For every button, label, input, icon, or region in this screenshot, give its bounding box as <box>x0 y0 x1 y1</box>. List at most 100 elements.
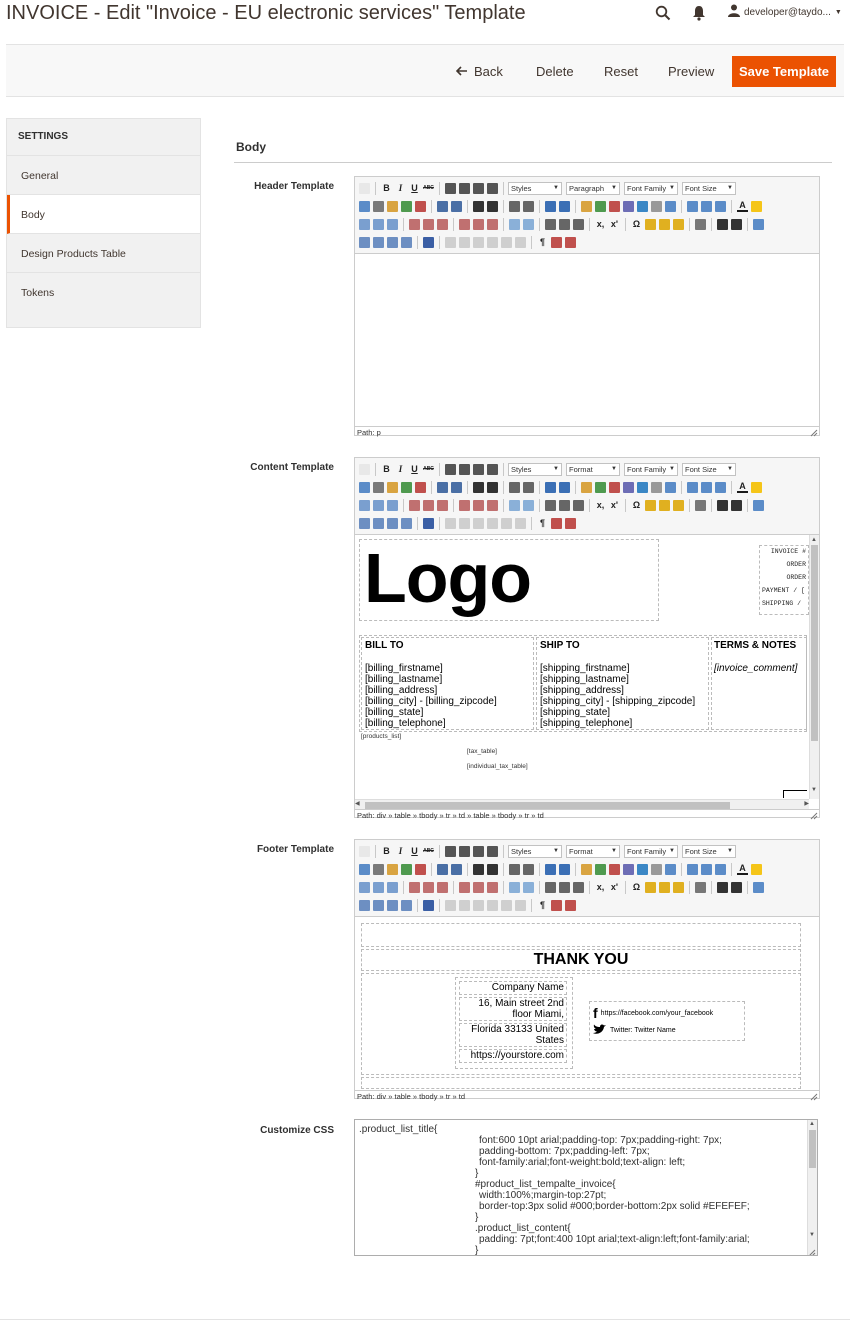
cut-icon[interactable] <box>359 863 370 875</box>
user-menu[interactable]: developer@taydo... ▼ <box>728 4 842 20</box>
link-icon[interactable] <box>581 481 592 493</box>
print-icon[interactable] <box>695 881 706 893</box>
paste-icon[interactable] <box>387 481 398 493</box>
del-icon[interactable] <box>487 899 498 911</box>
styles-select[interactable]: Styles ▼ <box>508 462 562 476</box>
rtl-icon[interactable] <box>731 881 742 893</box>
cell-props-icon[interactable] <box>387 881 398 893</box>
copy-icon[interactable] <box>373 200 384 212</box>
numbered-list-icon[interactable] <box>487 481 498 493</box>
paste-icon[interactable] <box>387 200 398 212</box>
insert-time-icon[interactable] <box>701 481 712 493</box>
advhr-icon[interactable] <box>673 499 684 511</box>
subscript-icon[interactable]: x, <box>595 219 606 229</box>
delete-row-icon[interactable] <box>437 218 448 230</box>
cleanup-icon[interactable] <box>637 481 648 493</box>
unlink-icon[interactable] <box>595 863 606 875</box>
row-props-icon[interactable] <box>373 881 384 893</box>
unlink-icon[interactable] <box>595 200 606 212</box>
row-props-icon[interactable] <box>373 499 384 511</box>
paste-word-icon[interactable] <box>415 863 426 875</box>
reset-button[interactable]: Reset <box>604 64 638 79</box>
styleprops-icon[interactable] <box>423 517 434 529</box>
unlink-icon[interactable] <box>595 481 606 493</box>
help-icon[interactable] <box>651 863 662 875</box>
split-cells-icon[interactable] <box>509 881 520 893</box>
emoticons-icon[interactable] <box>645 218 656 230</box>
visual-aid-icon[interactable] <box>573 218 584 230</box>
fullscreen-icon[interactable] <box>753 499 764 511</box>
insert-time-icon[interactable] <box>701 863 712 875</box>
fullscreen-icon[interactable] <box>753 881 764 893</box>
underline-icon[interactable]: U <box>409 846 420 856</box>
remove-format-icon[interactable] <box>559 218 570 230</box>
move-forward-icon[interactable] <box>373 517 384 529</box>
format-select[interactable]: Format ▼ <box>566 462 620 476</box>
anchor-icon[interactable] <box>609 863 620 875</box>
resize-grip-icon[interactable] <box>810 1093 818 1101</box>
merge-cells-icon[interactable] <box>523 218 534 230</box>
remove-format-icon[interactable] <box>559 881 570 893</box>
scroll-thumb[interactable] <box>811 545 818 741</box>
format-select[interactable]: Format ▼ <box>566 844 620 858</box>
redo-icon[interactable] <box>559 863 570 875</box>
styles-select[interactable]: Styles ▼ <box>508 181 562 195</box>
content-editor-body[interactable]: Logo INVOICE # ORDER ORDER PAYMENT / [ S… <box>355 535 819 809</box>
delete-col-icon[interactable] <box>487 881 498 893</box>
merge-cells-icon[interactable] <box>523 881 534 893</box>
template-icon[interactable] <box>565 236 576 248</box>
ltr-icon[interactable] <box>717 881 728 893</box>
media-icon[interactable] <box>659 881 670 893</box>
visual-chars-icon[interactable]: ¶ <box>537 237 548 247</box>
cite-icon[interactable] <box>445 236 456 248</box>
ins-icon[interactable] <box>501 899 512 911</box>
merge-cells-icon[interactable] <box>523 499 534 511</box>
insert-col-after-icon[interactable] <box>473 499 484 511</box>
styleprops-icon[interactable] <box>423 236 434 248</box>
paste-text-icon[interactable] <box>401 481 412 493</box>
replace-icon[interactable] <box>451 200 462 212</box>
insert-col-before-icon[interactable] <box>459 881 470 893</box>
align-left-icon[interactable] <box>445 463 456 475</box>
insert-date-icon[interactable] <box>687 481 698 493</box>
paste-word-icon[interactable] <box>415 200 426 212</box>
non-breaking-icon[interactable] <box>551 899 562 911</box>
abbr-icon[interactable] <box>459 517 470 529</box>
paste-word-icon[interactable] <box>415 481 426 493</box>
cell-props-icon[interactable] <box>387 218 398 230</box>
copy-icon[interactable] <box>373 481 384 493</box>
image-icon[interactable] <box>623 481 634 493</box>
media-icon[interactable] <box>659 218 670 230</box>
remove-format-icon[interactable] <box>559 499 570 511</box>
image-icon[interactable] <box>623 200 634 212</box>
cut-icon[interactable] <box>359 481 370 493</box>
print-icon[interactable] <box>695 218 706 230</box>
align-justify-icon[interactable] <box>487 845 498 857</box>
numbered-list-icon[interactable] <box>487 863 498 875</box>
search-icon[interactable] <box>654 4 672 22</box>
css-vertical-scrollbar[interactable]: ▲ ▼ <box>807 1120 817 1255</box>
template-icon[interactable] <box>565 899 576 911</box>
ins-icon[interactable] <box>501 236 512 248</box>
horizontal-rule-icon[interactable] <box>545 218 556 230</box>
align-right-icon[interactable] <box>473 845 484 857</box>
move-forward-icon[interactable] <box>373 236 384 248</box>
horizontal-rule-icon[interactable] <box>545 499 556 511</box>
table-props-icon[interactable] <box>359 881 370 893</box>
non-breaking-icon[interactable] <box>551 517 562 529</box>
cite-icon[interactable] <box>445 899 456 911</box>
absolute-icon[interactable] <box>401 899 412 911</box>
visual-aid-icon[interactable] <box>573 881 584 893</box>
align-right-icon[interactable] <box>473 182 484 194</box>
bold-icon[interactable]: B <box>381 183 392 193</box>
emoticons-icon[interactable] <box>645 881 656 893</box>
move-backward-icon[interactable] <box>387 899 398 911</box>
bell-icon[interactable] <box>690 4 708 22</box>
insert-row-before-icon[interactable] <box>409 218 420 230</box>
font-family-select[interactable]: Font Family ▼ <box>624 844 678 858</box>
align-justify-icon[interactable] <box>487 182 498 194</box>
move-backward-icon[interactable] <box>387 236 398 248</box>
header-editor-body[interactable] <box>355 254 819 426</box>
background-color-icon[interactable] <box>751 481 762 493</box>
horizontal-rule-icon[interactable] <box>545 881 556 893</box>
